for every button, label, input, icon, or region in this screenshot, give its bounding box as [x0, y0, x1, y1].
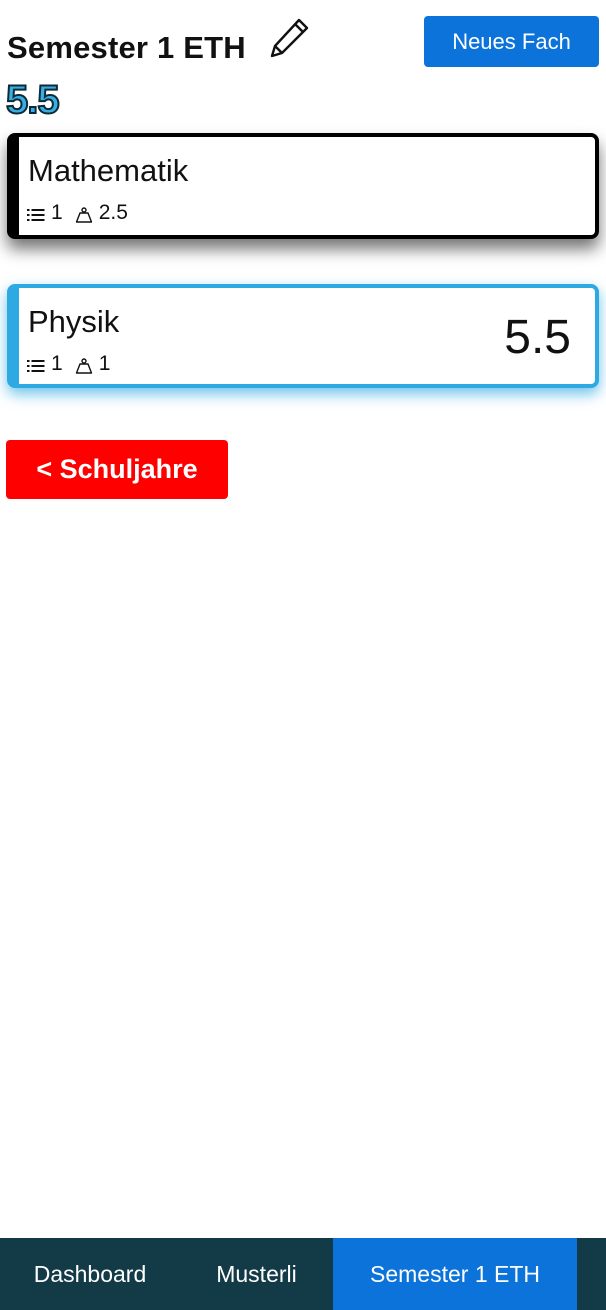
back-to-school-years-button[interactable]: < Schuljahre [6, 440, 228, 499]
subject-grade: 5.5 [504, 311, 571, 364]
subject-meta: 1 2.5 [27, 201, 140, 225]
subject-weight: 2.5 [98, 201, 128, 224]
subject-name: Mathematik [28, 153, 189, 188]
pencil-icon[interactable] [267, 16, 311, 60]
subject-weight: 1 [98, 352, 111, 375]
subject-card-physik[interactable]: Physik 1 1 5.5 [7, 284, 599, 388]
bottom-nav: Dashboard Musterli Semester 1 ETH [0, 1238, 606, 1310]
page-title: Semester 1 ETH [7, 30, 246, 65]
nav-tab-musterli[interactable]: Musterli [180, 1238, 333, 1310]
header: Semester 1 ETH Neues Fach [7, 14, 599, 74]
subject-card-mathematik[interactable]: Mathematik 1 2.5 [7, 133, 599, 239]
new-subject-button[interactable]: Neues Fach [424, 16, 599, 67]
list-icon [27, 205, 45, 221]
average-grade: 5.5 [5, 77, 61, 123]
subject-name: Physik [28, 304, 120, 339]
entries-count: 1 [51, 352, 63, 375]
semester-page: Semester 1 ETH Neues Fach 5.5 Mathematik [0, 0, 606, 1310]
entries-count: 1 [51, 201, 63, 224]
list-icon [27, 356, 45, 372]
weight-icon [75, 205, 93, 223]
weight-icon [75, 356, 93, 374]
nav-tab-semester-1-eth[interactable]: Semester 1 ETH [333, 1238, 577, 1310]
nav-tab-dashboard[interactable]: Dashboard [0, 1238, 180, 1310]
subject-meta: 1 1 [27, 352, 122, 376]
